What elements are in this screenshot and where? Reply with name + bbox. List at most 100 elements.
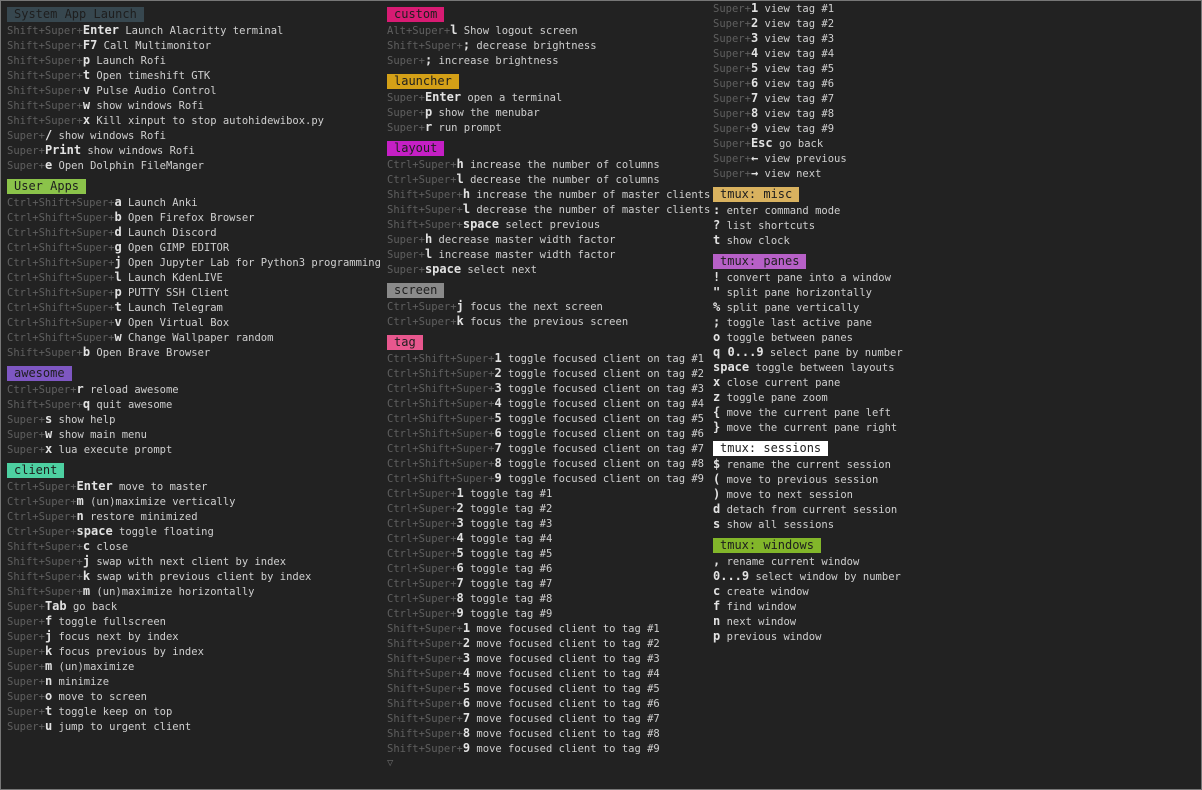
hotkey-row: Ctrl+Super+r reload awesome xyxy=(7,382,381,397)
hotkey-description: Launch Rofi xyxy=(96,55,166,67)
hotkey-modifiers: Super+ xyxy=(387,264,425,276)
hotkey-description: jump to urgent client xyxy=(58,721,192,733)
hotkey-row: Ctrl+Super+j focus the next screen xyxy=(387,299,710,314)
hotkey-description: toggle focused client on tag #8 xyxy=(508,458,704,470)
hotkey-row: Shift+Super+5 move focused client to tag… xyxy=(387,681,710,696)
hotkey-modifiers: Ctrl+Shift+Super+ xyxy=(387,398,495,410)
hotkey-description: split pane horizontally xyxy=(726,287,872,299)
hotkey-description: focus the previous screen xyxy=(470,316,629,328)
hotkey-row: space toggle between layouts xyxy=(713,360,903,375)
group-header-launcher: launcher xyxy=(387,74,459,89)
hotkey-key: q 0...9 xyxy=(713,345,764,359)
hotkey-modifiers: Super+ xyxy=(713,93,751,105)
hotkey-row: f find window xyxy=(713,599,903,614)
hotkey-key: 8 xyxy=(462,726,471,740)
hotkey-modifiers: Super+ xyxy=(7,631,45,643)
hotkey-modifiers: Shift+Super+ xyxy=(387,623,463,635)
hotkey-modifiers: Super+ xyxy=(7,414,45,426)
hotkey-modifiers: Ctrl+Super+ xyxy=(7,511,77,523)
group-tmux-windows: tmux: windows, rename current window 0...… xyxy=(713,538,903,644)
hotkey-modifiers: Super+ xyxy=(7,646,45,658)
hotkey-description: split pane vertically xyxy=(726,302,860,314)
hotkey-row: " split pane horizontally xyxy=(713,285,903,300)
hotkey-row: Shift+Super+4 move focused client to tag… xyxy=(387,666,710,681)
hotkey-modifiers: Super+ xyxy=(713,123,751,135)
hotkey-description: move the current pane left xyxy=(726,407,891,419)
hotkey-row: ? list shortcuts xyxy=(713,218,903,233)
hotkey-description: move focused client to tag #4 xyxy=(476,668,660,680)
hotkey-description: show windows Rofi xyxy=(58,130,166,142)
hotkey-key: 7 xyxy=(462,711,471,725)
hotkey-row: Ctrl+Super+Enter move to master xyxy=(7,479,381,494)
hotkey-modifiers: Ctrl+Super+ xyxy=(387,503,457,515)
hotkey-row: ) move to next session xyxy=(713,487,903,502)
hotkey-description: minimize xyxy=(58,676,110,688)
hotkey-description: convert pane into a window xyxy=(726,272,891,284)
hotkey-description: move to next session xyxy=(726,489,853,501)
hotkey-key: j xyxy=(114,255,122,269)
hotkey-description: view tag #4 xyxy=(764,48,835,60)
hotkey-modifiers: Ctrl+Shift+Super+ xyxy=(387,458,495,470)
hotkey-modifiers: Ctrl+Shift+Super+ xyxy=(387,353,495,365)
hotkey-modifiers: Super+ xyxy=(7,691,45,703)
hotkey-modifiers: Shift+Super+ xyxy=(387,638,463,650)
hotkey-key: 4 xyxy=(494,396,502,410)
hotkey-row: z toggle pane zoom xyxy=(713,390,903,405)
hotkey-description: Launch Telegram xyxy=(128,302,223,314)
hotkey-description: decrease brightness xyxy=(476,40,597,52)
hotkey-key: 6 xyxy=(456,561,464,575)
hotkey-description: move the current pane right xyxy=(726,422,898,434)
hotkey-key: d xyxy=(114,225,122,239)
hotkey-key: n xyxy=(76,509,84,523)
hotkey-row: Super+e Open Dolphin FileManger xyxy=(7,158,381,173)
hotkey-key: v xyxy=(82,83,91,97)
hotkey-description: toggle focused client on tag #5 xyxy=(508,413,704,425)
hotkey-row: $ rename the current session xyxy=(713,457,903,472)
hotkey-description: toggle tag #4 xyxy=(470,533,553,545)
group-launcher: launcher Super+Enter open a terminal Super… xyxy=(387,74,710,135)
hotkey-modifiers: Alt+Super+ xyxy=(387,25,451,37)
hotkey-modifiers: Super+ xyxy=(7,429,45,441)
hotkey-row: Shift+Super+3 move focused client to tag… xyxy=(387,651,710,666)
hotkey-modifiers: Super+ xyxy=(7,145,45,157)
hotkey-modifiers: Super+ xyxy=(7,160,45,172)
hotkey-modifiers: Shift+Super+ xyxy=(387,743,463,755)
hotkey-description: move focused client to tag #2 xyxy=(476,638,660,650)
hotkey-key: g xyxy=(114,240,122,254)
hotkey-row: Ctrl+Shift+Super+g Open GIMP EDITOR xyxy=(7,240,381,255)
hotkey-row: Super+2 view tag #2 xyxy=(713,16,903,31)
hotkey-key: 6 xyxy=(494,426,502,440)
hotkey-description: Open timeshift GTK xyxy=(96,70,211,82)
hotkey-description: toggle keep on top xyxy=(58,706,173,718)
hotkey-description: view tag #3 xyxy=(764,33,835,45)
hotkey-modifiers: Ctrl+Super+ xyxy=(387,488,457,500)
hotkey-description: move focused client to tag #3 xyxy=(476,653,660,665)
hotkey-modifiers: Super+ xyxy=(713,63,751,75)
hotkey-row: Super+; increase brightness xyxy=(387,53,710,68)
hotkey-description: show help xyxy=(58,414,116,426)
hotkey-row: q 0...9 select pane by number xyxy=(713,345,903,360)
hotkey-modifiers: Shift+Super+ xyxy=(7,25,83,37)
hotkey-key: 5 xyxy=(456,546,464,560)
hotkey-row: Super+Tab go back xyxy=(7,599,381,614)
hotkey-modifiers: Ctrl+Shift+Super+ xyxy=(7,302,115,314)
hotkey-row: Ctrl+Shift+Super+v Open Virtual Box xyxy=(7,315,381,330)
hotkey-row: Super+4 view tag #4 xyxy=(713,46,903,61)
hotkey-key: c xyxy=(82,539,91,553)
hotkey-modifiers: Shift+Super+ xyxy=(7,399,83,411)
hotkey-row: Shift+Super+x Kill xinput to stop autohi… xyxy=(7,113,381,128)
hotkey-description: view next xyxy=(764,168,822,180)
hotkey-modifiers: Shift+Super+ xyxy=(387,683,463,695)
hotkey-key: 7 xyxy=(494,441,502,455)
hotkey-description: (un)maximize xyxy=(58,661,135,673)
hotkey-row: Super+k focus previous by index xyxy=(7,644,381,659)
hotkey-key: a xyxy=(114,195,122,209)
hotkey-key: b xyxy=(114,210,122,224)
hotkey-row: Shift+Super+7 move focused client to tag… xyxy=(387,711,710,726)
hotkey-key: p xyxy=(82,53,91,67)
column-3: Super+1 view tag #1 Super+2 view tag #2 Su… xyxy=(713,1,903,650)
hotkey-description: previous window xyxy=(726,631,822,643)
hotkey-row: Shift+Super+Enter Launch Alacritty termi… xyxy=(7,23,381,38)
hotkey-description: show windows Rofi xyxy=(87,145,195,157)
hotkey-row: Ctrl+Shift+Super+l Launch KdenLIVE xyxy=(7,270,381,285)
